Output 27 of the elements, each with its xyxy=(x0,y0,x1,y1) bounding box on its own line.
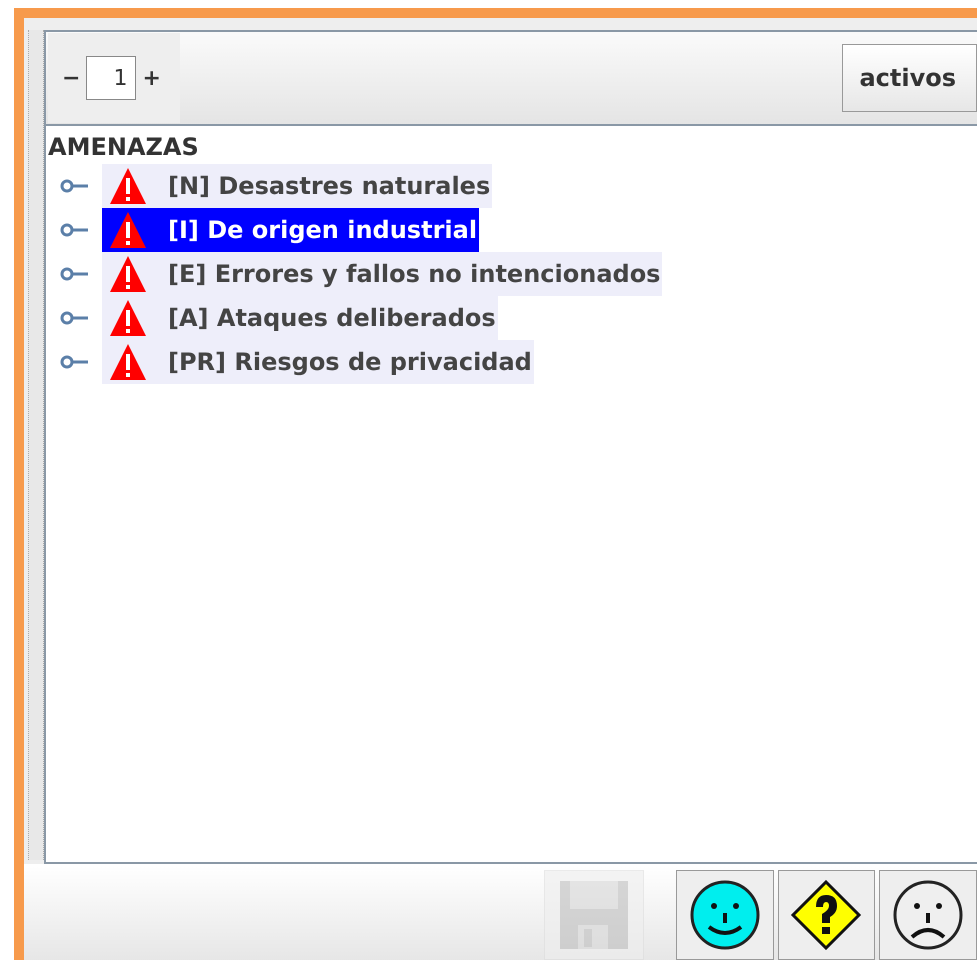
increment-button[interactable]: + xyxy=(142,62,161,94)
warning-icon xyxy=(108,342,148,382)
sad-face-icon xyxy=(892,879,964,951)
page-field[interactable]: 1 xyxy=(86,56,136,100)
splitter-handle[interactable] xyxy=(28,30,44,860)
question-button[interactable] xyxy=(778,870,876,960)
tree-connector-icon xyxy=(60,355,90,369)
warning-icon xyxy=(108,210,148,250)
warning-icon xyxy=(108,298,148,338)
tree-connector-icon xyxy=(60,223,90,237)
warning-icon xyxy=(108,254,148,294)
decrement-button[interactable]: − xyxy=(62,62,80,94)
smiley-face-icon xyxy=(688,879,761,951)
tree-connector-icon xyxy=(60,179,90,193)
smile-button[interactable] xyxy=(676,870,774,960)
tree-item[interactable]: [PR] Riesgos de privacidad xyxy=(102,340,534,384)
tree-root-label: AMENAZAS xyxy=(48,132,199,163)
tree-connector-icon xyxy=(60,267,90,281)
tree-connector-icon xyxy=(60,311,90,325)
question-sign-icon xyxy=(790,879,862,951)
filter-button[interactable]: activos xyxy=(842,44,977,112)
warning-icon xyxy=(108,166,148,206)
tree-item[interactable]: [I] De origen industrial xyxy=(102,208,480,252)
tree-item[interactable]: [A] Ataques deliberados xyxy=(102,296,498,340)
tree-item[interactable]: [E] Errores y fallos no intencionados xyxy=(102,252,662,296)
tree-item[interactable]: [N] Desastres naturales xyxy=(102,164,492,208)
sad-button[interactable] xyxy=(879,870,977,960)
